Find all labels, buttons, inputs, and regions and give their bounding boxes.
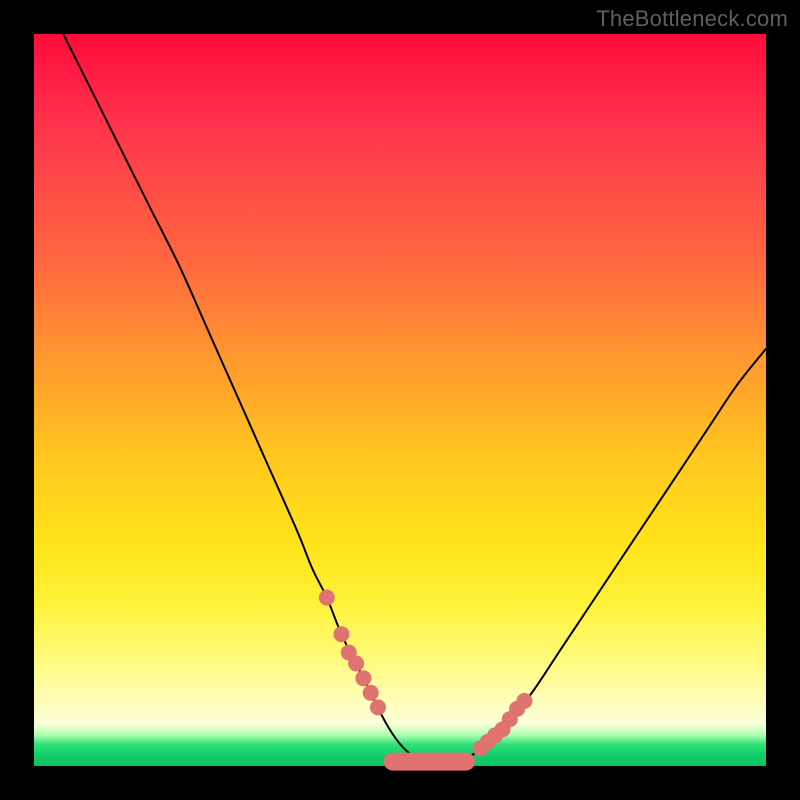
watermark-label: TheBottleneck.com (596, 6, 788, 32)
marker-dot (363, 685, 379, 701)
marker-dot (516, 693, 532, 709)
curve-svg (34, 34, 766, 766)
marker-capsule (384, 753, 475, 771)
marker-dot (333, 626, 349, 642)
marker-dot (355, 670, 371, 686)
marker-dot (348, 656, 364, 672)
marker-valley-capsule (384, 753, 475, 771)
marker-cluster-left (319, 590, 386, 716)
chart-frame: TheBottleneck.com (0, 0, 800, 800)
marker-dot (319, 590, 335, 606)
plot-area (34, 34, 766, 766)
bottleneck-curve (63, 34, 766, 765)
marker-dot (370, 699, 386, 715)
marker-cluster-right (473, 693, 533, 757)
